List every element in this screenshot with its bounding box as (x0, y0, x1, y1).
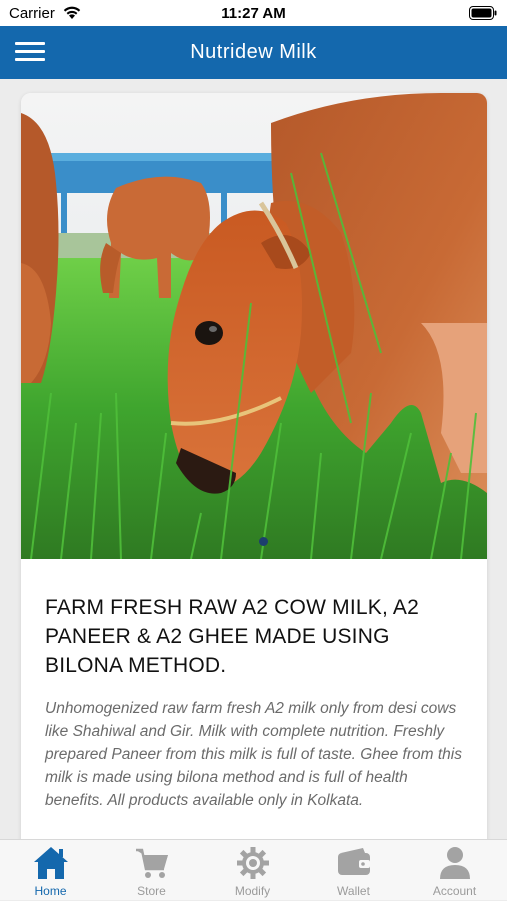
gear-icon (237, 847, 269, 879)
product-card-description: Unhomogenized raw farm fresh A2 milk onl… (45, 700, 462, 809)
tab-store-label: Store (137, 884, 166, 898)
tab-modify-label: Modify (234, 884, 271, 898)
tab-wallet-label: Wallet (337, 884, 370, 898)
tab-home-label: Home (34, 884, 67, 898)
status-bar: Carrier 11:27 AM (0, 0, 507, 26)
bottom-tab-bar: Home Store Modify Wallet Account (0, 839, 507, 900)
product-card-title: FARM FRESH RAW A2 COW MILK, A2 PANEER & … (45, 596, 419, 677)
tab-account-label: Account (432, 884, 477, 898)
wallet-icon (338, 848, 370, 875)
cart-icon (136, 848, 168, 878)
tab-home[interactable]: Home (0, 840, 101, 901)
tab-modify[interactable]: Modify (202, 840, 303, 901)
product-card[interactable]: FARM FRESH RAW A2 COW MILK, A2 PANEER & … (21, 93, 487, 839)
status-time: 11:27 AM (221, 5, 286, 22)
main-content: FARM FRESH RAW A2 COW MILK, A2 PANEER & … (0, 79, 507, 839)
hero-image-carousel[interactable] (21, 93, 487, 559)
page-title: Nutridew Milk (190, 41, 317, 63)
app-header: Nutridew Milk (0, 26, 507, 79)
cow-grazing-image (21, 93, 487, 559)
battery-icon (469, 6, 497, 20)
home-icon (34, 847, 68, 879)
user-icon (440, 847, 470, 879)
carousel-indicator-dot[interactable] (259, 537, 268, 546)
tab-wallet[interactable]: Wallet (303, 840, 404, 901)
tab-store[interactable]: Store (101, 840, 202, 901)
tab-account[interactable]: Account (404, 840, 505, 901)
